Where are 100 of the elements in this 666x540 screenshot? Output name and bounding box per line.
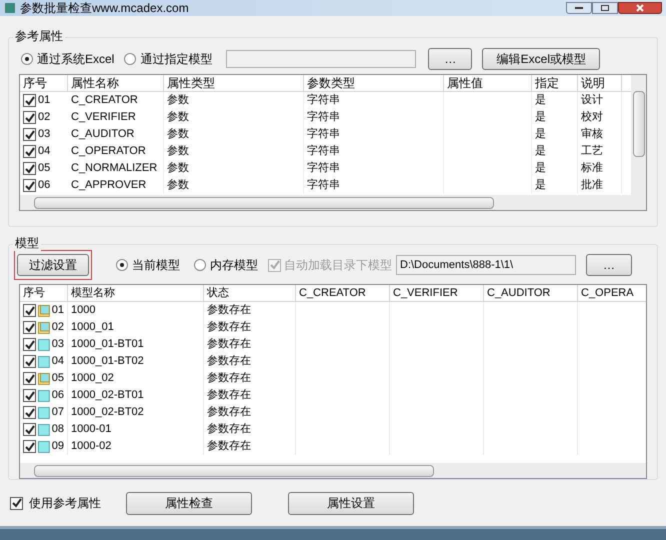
table-cell-text: 1000_01: [71, 320, 114, 336]
table-cell-text: 字符串: [307, 126, 340, 142]
checkbox[interactable]: [23, 423, 36, 436]
table-cell-text: 参数存在: [207, 320, 251, 336]
file-field[interactable]: [226, 50, 416, 68]
table-cell-text: 参数: [167, 144, 189, 160]
table-cell-text: 是: [535, 161, 546, 176]
assembly-icon: [38, 320, 50, 334]
column-header[interactable]: 参数类型: [304, 75, 444, 91]
column-header[interactable]: 属性值: [444, 75, 532, 91]
checkbox[interactable]: [23, 372, 36, 385]
radio-label[interactable]: 通过系统Excel: [37, 50, 114, 68]
assembly-icon: [38, 304, 50, 318]
filter-settings-button[interactable]: 过滤设置: [17, 254, 89, 276]
horizontal-scrollbar[interactable]: [20, 463, 646, 478]
checkbox[interactable]: [23, 162, 36, 175]
table-cell-text: 07: [52, 405, 64, 420]
table-cell-text: C_NORMALIZER: [71, 161, 158, 176]
radio-button[interactable]: [194, 259, 206, 271]
vertical-scrollbar[interactable]: [631, 75, 646, 195]
maximize-button[interactable]: [592, 2, 618, 14]
edit-excel-button[interactable]: 编辑Excel或模型: [482, 48, 600, 70]
browse-button[interactable]: …: [586, 254, 632, 276]
checkbox[interactable]: [23, 145, 36, 158]
checkbox[interactable]: [23, 440, 36, 453]
column-header[interactable]: 状态: [204, 285, 296, 301]
table-cell-text: 参数存在: [207, 422, 251, 438]
column-header[interactable]: 说明: [578, 75, 622, 91]
minimize-button[interactable]: [566, 2, 592, 14]
table-cell-text: C_APPROVER: [71, 178, 146, 194]
radio-label[interactable]: 通过指定模型: [140, 50, 212, 68]
browse-button[interactable]: …: [428, 48, 472, 70]
column-header[interactable]: C_OPERA: [578, 285, 646, 301]
checkbox[interactable]: [23, 321, 36, 334]
radio-button[interactable]: [21, 53, 33, 65]
table-cell-text: 02: [52, 320, 64, 336]
column-header[interactable]: C_CREATOR: [296, 285, 390, 301]
column-header[interactable]: C_AUDITOR: [484, 285, 578, 301]
table-cell-text: 04: [38, 144, 50, 160]
table-cell-text: 批准: [581, 178, 603, 194]
radio-button[interactable]: [116, 259, 128, 271]
table-cell-text: 03: [52, 337, 64, 352]
table-cell-text: 09: [52, 439, 64, 454]
group-title: 模型: [13, 235, 41, 251]
checkbox[interactable]: [23, 94, 36, 107]
column-header[interactable]: 指定: [532, 75, 578, 91]
table-cell-text: 08: [52, 422, 64, 438]
table-cell-text: 是: [535, 93, 546, 108]
path-field[interactable]: D:\Documents\888-1\1\: [396, 255, 576, 275]
column-header[interactable]: C_VERIFIER: [390, 285, 484, 301]
part-icon: [38, 406, 50, 420]
column-header[interactable]: 序号: [20, 75, 68, 91]
checkbox[interactable]: [23, 389, 36, 402]
column-header[interactable]: 属性名称: [68, 75, 164, 91]
checkbox[interactable]: [23, 406, 36, 419]
checkbox[interactable]: [23, 128, 36, 141]
checkbox[interactable]: [23, 304, 36, 317]
checkbox[interactable]: [23, 111, 36, 124]
close-button[interactable]: [618, 2, 662, 14]
column-header[interactable]: 属性类型: [164, 75, 304, 91]
checkbox-label[interactable]: 使用参考属性: [29, 494, 101, 512]
radio-button[interactable]: [124, 53, 136, 65]
close-icon: [636, 4, 644, 12]
table-cell-text: 参数: [167, 93, 189, 108]
table-cell-text: 1000_02-BT01: [71, 388, 144, 404]
table-cell-text: 是: [535, 178, 546, 194]
checkbox[interactable]: [23, 179, 36, 192]
column-header[interactable]: 序号: [20, 285, 68, 301]
horizontal-scrollbar[interactable]: [20, 195, 646, 210]
table-cell-text: 06: [38, 178, 50, 194]
table-cell-text: 1000-01: [71, 422, 112, 438]
table-cell-text: 字符串: [307, 178, 340, 194]
part-icon: [38, 354, 50, 368]
checkbox[interactable]: [23, 355, 36, 368]
table-cell-text: 设计: [581, 93, 603, 108]
app-icon: [4, 2, 16, 14]
table-cell-text: 1000_02: [71, 371, 114, 386]
check-button[interactable]: 属性检查: [126, 492, 252, 514]
radio-label[interactable]: 当前模型: [132, 256, 180, 274]
table-cell-text: 字符串: [307, 110, 340, 126]
radio-label[interactable]: 内存模型: [210, 256, 258, 274]
table-cell-text: 参数: [167, 161, 189, 176]
part-icon: [38, 440, 50, 454]
table-cell-text: 03: [38, 127, 50, 142]
table-cell-text: 是: [535, 110, 546, 126]
table-cell-text: C_CREATOR: [71, 93, 138, 108]
checkbox[interactable]: [10, 496, 23, 510]
settings-button[interactable]: 属性设置: [288, 492, 414, 514]
part-icon: [38, 422, 50, 436]
table-cell-text: 参数存在: [207, 337, 251, 352]
column-header[interactable]: 模型名称: [68, 285, 204, 301]
table-cell-text: 参数: [167, 127, 189, 142]
table-cell-text: 1000_01-BT01: [71, 337, 144, 352]
table-cell-text: 1000_02-BT02: [71, 405, 144, 420]
table-cell-text: 04: [52, 354, 64, 370]
table-cell-text: 01: [38, 93, 50, 108]
table-cell-text: 01: [52, 303, 64, 318]
assembly-icon: [38, 372, 50, 386]
part-icon: [38, 338, 50, 352]
checkbox[interactable]: [23, 338, 36, 351]
